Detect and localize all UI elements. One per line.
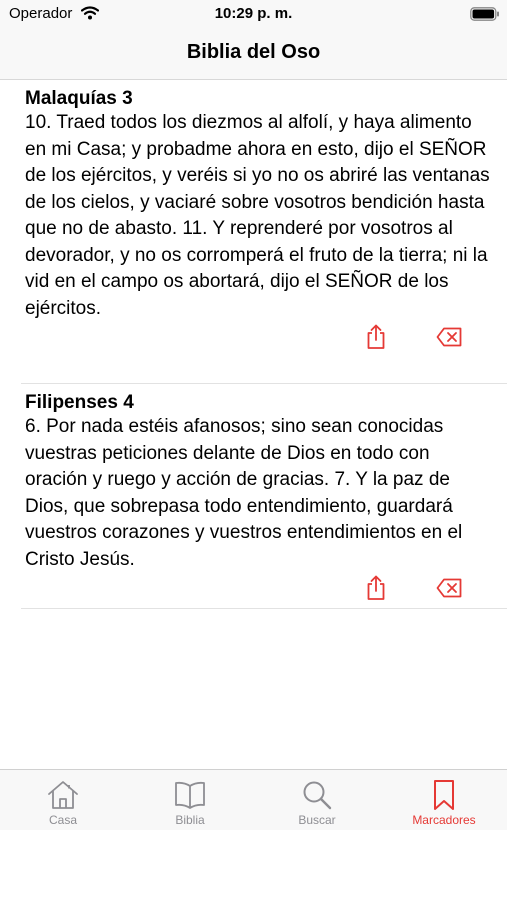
tab-label: Casa — [48, 813, 77, 827]
bookmark-text: 10. Traed todos los diezmos al alfolí, y… — [25, 112, 490, 319]
bookmark-item: Filipenses 4 6. Por nada estéis afanosos… — [21, 384, 507, 609]
bookmark-actions — [21, 573, 507, 609]
page-title: Biblia del Oso — [186, 41, 321, 63]
bookmark-item: Malaquías 3 10. Traed todos los diezmos … — [21, 80, 507, 384]
share-icon[interactable] — [365, 324, 387, 350]
tab-buscar[interactable]: Buscar — [254, 770, 380, 831]
delete-icon[interactable] — [436, 578, 462, 598]
bookmark-actions — [21, 322, 507, 358]
share-icon[interactable] — [365, 575, 387, 601]
delete-icon[interactable] — [436, 327, 462, 347]
status-bar: Operador 10:29 p. m. — [0, 0, 507, 28]
house-icon — [48, 781, 78, 809]
search-icon — [303, 781, 332, 810]
tab-biblia[interactable]: Biblia — [127, 770, 253, 831]
tab-label: Buscar — [298, 813, 336, 827]
status-time: 10:29 p. m. — [214, 5, 293, 22]
bookmark-reference: Filipenses 4 — [25, 392, 134, 413]
bookmark-text: 6. Por nada estéis afanosos; sino sean c… — [25, 416, 463, 570]
bookmark-list: Malaquías 3 10. Traed todos los diezmos … — [0, 80, 507, 609]
bookmark-icon — [434, 780, 454, 810]
tab-label: Marcadores — [412, 813, 476, 827]
book-icon — [175, 781, 205, 809]
tab-marcadores[interactable]: Marcadores — [381, 770, 507, 831]
tab-bar: Casa Biblia Buscar Marcadores — [0, 769, 507, 830]
bookmark-reference: Malaquías 3 — [25, 88, 133, 109]
tab-label: Biblia — [175, 813, 205, 827]
navigation-bar: Biblia del Oso — [0, 28, 507, 80]
battery-icon — [470, 7, 499, 21]
tab-casa[interactable]: Casa — [0, 770, 126, 831]
